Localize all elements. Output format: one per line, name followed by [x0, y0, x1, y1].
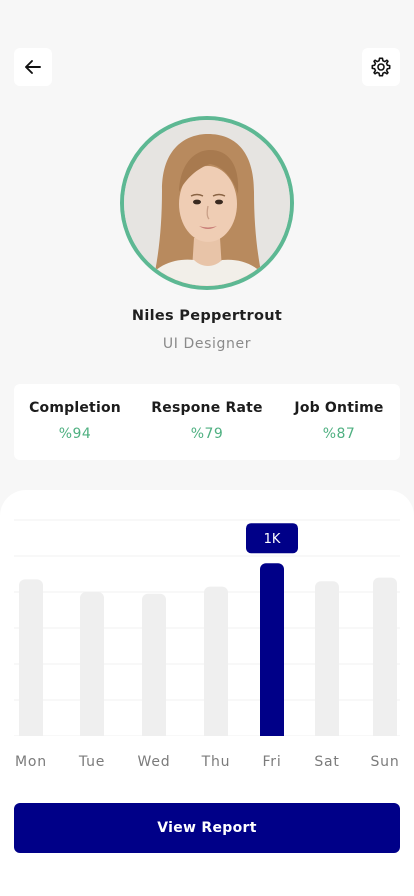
chart-x-axis: Mon Tue Wed Thu Fri Sat Sun — [0, 754, 414, 774]
stats-card: Completion %94 Respone Rate %79 Job Onti… — [14, 384, 400, 460]
stat-label: Respone Rate — [151, 400, 263, 416]
chart-x-label: Thu — [201, 754, 231, 770]
chart-bar-thu[interactable] — [204, 586, 228, 742]
stat-completion: Completion %94 — [10, 400, 140, 442]
chart-bar-tue[interactable] — [80, 592, 104, 742]
stat-label: Job Ontime — [294, 400, 384, 416]
chart-bar-sat[interactable] — [315, 581, 339, 742]
stat-response-rate: Respone Rate %79 — [142, 400, 272, 442]
chart-bar-sun[interactable] — [373, 577, 397, 742]
chart-bar-mon[interactable] — [19, 579, 43, 742]
stat-value: %94 — [58, 426, 92, 442]
settings-button[interactable] — [362, 48, 400, 86]
chart-baseline-mask — [0, 736, 414, 750]
chart-x-label: Tue — [78, 754, 106, 770]
chart-x-label: Wed — [137, 754, 171, 770]
gear-icon — [371, 57, 391, 77]
chart-x-label: Fri — [262, 754, 282, 770]
stat-value: %79 — [190, 426, 224, 442]
top-bar — [14, 48, 400, 86]
activity-chart-card: 1K Mon Tue Wed Thu Fri Sat Sun View Report — [0, 490, 414, 896]
chart-tooltip-label: 1K — [264, 532, 281, 547]
stat-job-ontime: Job Ontime %87 — [274, 400, 404, 442]
chart-x-label: Sat — [314, 754, 340, 770]
chart-bar-fri[interactable] — [260, 563, 284, 742]
stat-value: %87 — [322, 426, 356, 442]
back-button[interactable] — [14, 48, 52, 86]
stat-label: Completion — [29, 400, 121, 416]
arrow-left-icon — [25, 60, 41, 74]
chart-x-label: Sun — [370, 754, 400, 770]
chart-x-label: Mon — [15, 754, 47, 770]
chart-bar-wed[interactable] — [142, 593, 166, 742]
view-report-button[interactable]: View Report — [14, 803, 400, 853]
profile-role: UI Designer — [162, 336, 252, 352]
avatar — [120, 116, 294, 290]
profile-name: Niles Peppertrout — [131, 308, 283, 324]
activity-bar-chart: 1K — [0, 519, 414, 750]
